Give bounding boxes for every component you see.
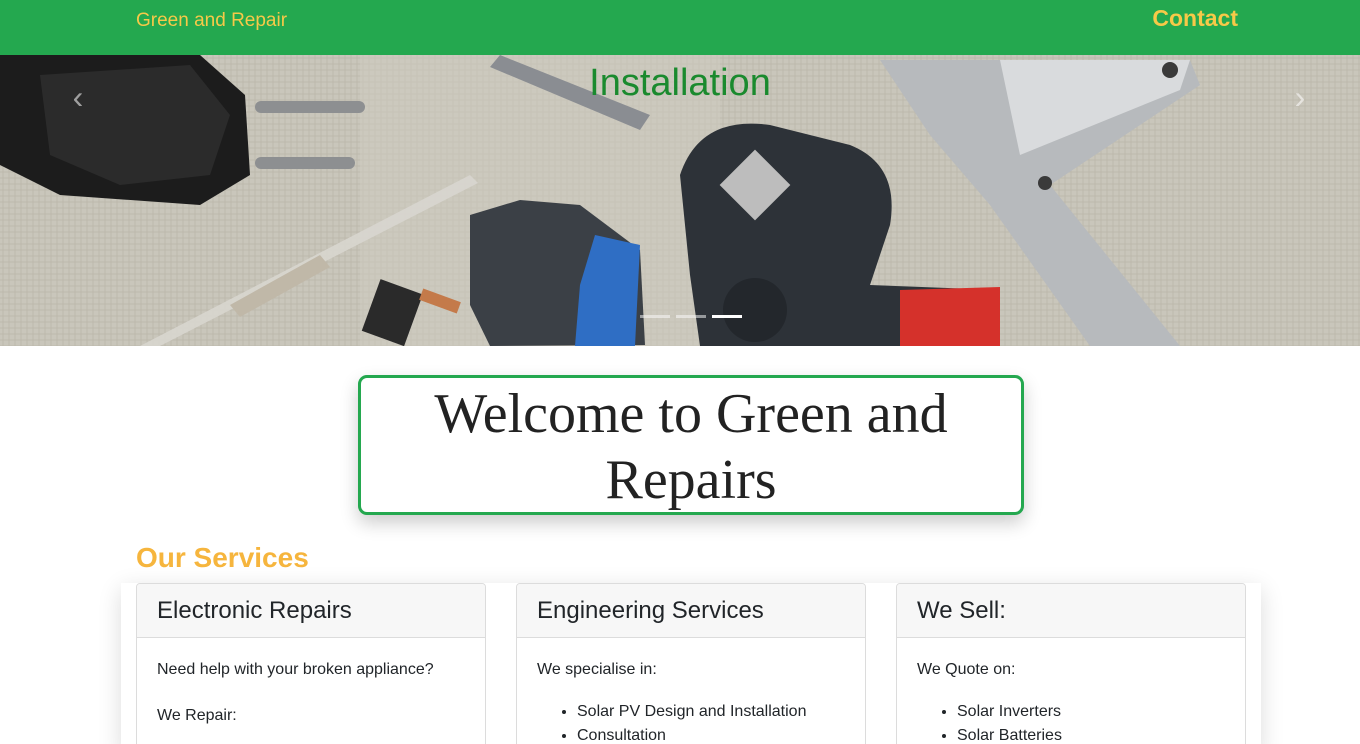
card-header: Engineering Services <box>517 584 865 638</box>
carousel-indicator-1[interactable] <box>640 315 670 318</box>
carousel-next-button[interactable]: › <box>1280 77 1320 117</box>
card-intro: We Quote on: <box>917 661 1016 678</box>
card-header: We Sell: <box>897 584 1245 638</box>
service-list: Solar PV Design and Installation Consult… <box>537 700 845 744</box>
card-header: Electronic Repairs <box>137 584 485 638</box>
list-item: Solar PV Design and Installation <box>577 700 845 724</box>
welcome-box: Welcome to Green and Repairs <box>358 375 1024 515</box>
card-subhead: We Repair: <box>157 707 237 724</box>
service-card-engineering: Engineering Services We specialise in: S… <box>516 583 866 744</box>
carousel-indicator-2[interactable] <box>676 315 706 318</box>
list-item: Solar Batteries <box>957 724 1225 744</box>
chevron-left-icon: ‹ <box>72 79 84 115</box>
carousel-caption: Installation <box>589 62 771 104</box>
navbar: Green and Repair Contact <box>0 0 1360 55</box>
carousel-indicators <box>640 315 750 319</box>
chevron-right-icon: › <box>1294 79 1306 115</box>
welcome-title: Welcome to Green and Repairs <box>434 383 948 511</box>
contact-link[interactable]: Contact <box>1152 5 1238 32</box>
product-list: Solar Inverters Solar Batteries <box>917 700 1225 744</box>
card-body: We Quote on: Solar Inverters Solar Batte… <box>897 638 1245 744</box>
card-intro: Need help with your broken appliance? <box>157 661 434 678</box>
card-body: We specialise in: Solar PV Design and In… <box>517 638 865 744</box>
carousel-indicator-3[interactable] <box>712 315 742 318</box>
list-item: Consultation <box>577 724 845 744</box>
carousel-prev-button[interactable]: ‹ <box>58 77 98 117</box>
hero-carousel: Installation ‹ › <box>0 55 1360 346</box>
brand-link[interactable]: Green and Repair <box>136 10 287 32</box>
card-intro: We specialise in: <box>537 661 657 678</box>
services-title: Our Services <box>136 542 309 573</box>
card-body: Need help with your broken appliance? We… <box>137 638 485 744</box>
service-card-we-sell: We Sell: We Quote on: Solar Inverters So… <box>896 583 1246 744</box>
service-card-electronic-repairs: Electronic Repairs Need help with your b… <box>136 583 486 744</box>
list-item: Solar Inverters <box>957 700 1225 724</box>
